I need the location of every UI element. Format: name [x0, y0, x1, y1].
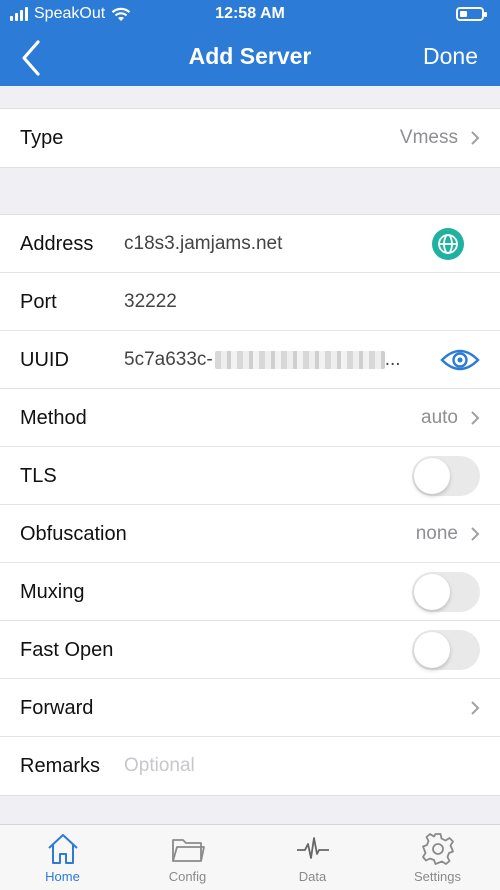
- header: SpeakOut 12:58 AM Add Server Done: [0, 0, 500, 86]
- uuid-redacted: [214, 350, 385, 369]
- method-label: Method: [20, 407, 87, 429]
- method-value: auto: [421, 407, 458, 428]
- remarks-label: Remarks: [20, 755, 101, 777]
- status-bar: SpeakOut 12:58 AM: [0, 0, 500, 30]
- tab-home[interactable]: Home: [0, 825, 125, 890]
- type-row[interactable]: Type Vmess: [0, 109, 500, 167]
- type-label: Type: [20, 127, 64, 149]
- tab-settings[interactable]: Settings: [375, 825, 500, 890]
- forward-row[interactable]: Forward: [0, 679, 500, 737]
- address-label: Address: [20, 233, 94, 255]
- tab-home-label: Home: [45, 869, 80, 884]
- uuid-row: UUID 5c7a633c-...: [0, 331, 500, 389]
- battery-icon: [456, 7, 487, 21]
- eye-icon[interactable]: [440, 346, 480, 374]
- remarks-row: Remarks Optional: [0, 737, 500, 795]
- globe-icon[interactable]: [432, 228, 464, 260]
- fast-open-label: Fast Open: [20, 639, 114, 661]
- tls-toggle[interactable]: [412, 456, 480, 496]
- type-section: Type Vmess: [0, 108, 500, 168]
- chevron-right-icon: [471, 411, 480, 425]
- nav-bar: Add Server Done: [0, 30, 500, 86]
- pulse-icon: [297, 837, 329, 859]
- fast-open-row: Fast Open: [0, 621, 500, 679]
- remarks-input[interactable]: Optional: [124, 737, 195, 795]
- server-section: Address c18s3.jamjams.net Port 32222 UUI…: [0, 214, 500, 796]
- forward-label: Forward: [20, 697, 94, 719]
- chevron-right-icon: [471, 131, 480, 145]
- tls-row: TLS: [0, 447, 500, 505]
- fast-open-toggle[interactable]: [412, 630, 480, 670]
- obfuscation-value: none: [415, 523, 458, 544]
- chevron-right-icon: [471, 701, 480, 715]
- tab-settings-label: Settings: [414, 869, 461, 884]
- done-button[interactable]: Done: [423, 43, 478, 70]
- tab-bar: Home Config Data Settings: [0, 824, 500, 890]
- address-row: Address c18s3.jamjams.net: [0, 215, 500, 273]
- uuid-label: UUID: [20, 349, 69, 371]
- uuid-ellipsis: ...: [384, 349, 401, 370]
- obfuscation-label: Obfuscation: [20, 523, 127, 545]
- port-input[interactable]: 32222: [124, 273, 177, 331]
- port-row: Port 32222: [0, 273, 500, 331]
- muxing-label: Muxing: [20, 581, 85, 603]
- home-icon: [48, 834, 78, 864]
- type-value: Vmess: [399, 127, 458, 148]
- address-input[interactable]: c18s3.jamjams.net: [124, 215, 282, 273]
- tab-data-label: Data: [298, 869, 327, 884]
- tls-label: TLS: [20, 465, 57, 487]
- port-label: Port: [20, 291, 57, 313]
- tab-config[interactable]: Config: [125, 825, 250, 890]
- clock: 12:58 AM: [215, 5, 285, 22]
- method-row[interactable]: Method auto: [0, 389, 500, 447]
- muxing-row: Muxing: [0, 563, 500, 621]
- uuid-input[interactable]: 5c7a633c-...: [124, 331, 401, 389]
- gear-icon: [422, 833, 454, 865]
- obfuscation-row[interactable]: Obfuscation none: [0, 505, 500, 563]
- chevron-right-icon: [471, 527, 480, 541]
- folder-icon: [172, 839, 205, 862]
- tab-config-label: Config: [168, 869, 207, 884]
- tab-data[interactable]: Data: [250, 825, 375, 890]
- uuid-visible: 5c7a633c-: [124, 349, 213, 370]
- muxing-toggle[interactable]: [412, 572, 480, 612]
